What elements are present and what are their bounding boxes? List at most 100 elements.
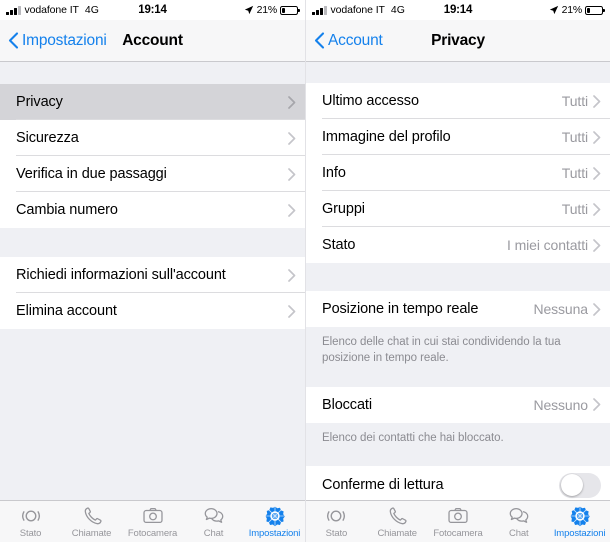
sidebar-item-cambia-numero[interactable]: Cambia numero <box>0 192 305 228</box>
phone-handset-icon <box>389 506 407 524</box>
section-gap <box>306 375 610 387</box>
status-bar-right-group: 21% <box>549 4 605 16</box>
row-value: Tutti <box>561 201 588 217</box>
row-value: Nessuno <box>533 396 588 413</box>
tab-stato[interactable]: Stato <box>306 501 367 542</box>
location-arrow-icon <box>244 5 253 15</box>
sidebar-item-richiedi-informazioni[interactable]: Richiedi informazioni sull'account <box>0 257 305 293</box>
privacy-row-info[interactable]: Info Tutti <box>306 155 610 191</box>
phone-handset-icon <box>84 506 102 524</box>
chevron-left-icon <box>8 32 19 49</box>
chevron-right-icon <box>288 167 296 181</box>
row-label: Posizione in tempo reale <box>322 301 479 317</box>
read-receipts-toggle[interactable] <box>559 472 601 498</box>
tab-stato[interactable]: Stato <box>0 501 61 542</box>
row-label: Gruppi <box>322 201 365 217</box>
section-gap <box>0 228 305 257</box>
camera-icon <box>142 507 163 523</box>
row-label: Info <box>322 165 346 181</box>
chevron-right-icon <box>288 95 296 109</box>
row-label: Immagine del profilo <box>322 129 451 145</box>
section-gap <box>306 454 610 466</box>
status-bar-left: vodafone IT 4G 19:14 21% <box>0 0 305 20</box>
tab-fotocamera[interactable]: Fotocamera <box>122 501 183 542</box>
chat-bubbles-icon <box>509 507 529 523</box>
back-button-label: Impostazioni <box>22 31 107 49</box>
row-label: Bloccati <box>322 396 372 413</box>
tab-fotocamera[interactable]: Fotocamera <box>428 501 489 542</box>
row-value: Tutti <box>561 165 588 181</box>
live-location-group: Posizione in tempo reale Nessuna <box>306 291 610 327</box>
account-group-1: Privacy Sicurezza Verifica in due passag… <box>0 84 305 228</box>
row-label: Sicurezza <box>16 130 79 146</box>
sidebar-item-verifica-due-passaggi[interactable]: Verifica in due passaggi <box>0 156 305 192</box>
left-phone-screenshot: vodafone IT 4G 19:14 21% Impostazioni Ac… <box>0 0 305 542</box>
chevron-right-icon <box>593 94 601 108</box>
row-label: Ultimo accesso <box>322 93 419 109</box>
blocked-group: Bloccati Nessuno <box>306 386 610 423</box>
privacy-row-bloccati[interactable]: Bloccati Nessuno <box>306 386 610 423</box>
chevron-right-icon <box>288 304 296 318</box>
status-rings-icon <box>327 510 346 521</box>
tab-label: Stato <box>19 527 42 539</box>
row-label: Cambia numero <box>16 202 118 218</box>
settings-list-left: Privacy Sicurezza Verifica in due passag… <box>0 62 305 542</box>
chevron-right-icon <box>593 302 601 316</box>
tab-chiamate[interactable]: Chiamate <box>61 501 122 542</box>
status-rings-icon <box>21 510 40 521</box>
tab-impostazioni[interactable]: Impostazioni <box>244 501 305 542</box>
battery-low-icon <box>585 5 605 15</box>
privacy-row-immagine-del-profilo[interactable]: Immagine del profilo Tutti <box>306 119 610 155</box>
chevron-right-icon <box>593 130 601 144</box>
privacy-row-posizione-tempo-reale[interactable]: Posizione in tempo reale Nessuna <box>306 291 610 327</box>
sidebar-item-sicurezza[interactable]: Sicurezza <box>0 120 305 156</box>
privacy-list: Ultimo accesso Tutti Immagine del profil… <box>306 62 610 542</box>
privacy-row-ultimo-accesso[interactable]: Ultimo accesso Tutti <box>306 83 610 119</box>
battery-percent-label: 21% <box>561 4 583 16</box>
sidebar-item-elimina-account[interactable]: Elimina account <box>0 293 305 329</box>
tab-bar-left: Stato Chiamate Fotocamera Chat Impostazi… <box>0 500 305 542</box>
row-value: Nessuna <box>533 301 588 317</box>
nav-bar-left: Impostazioni Account <box>0 20 305 62</box>
battery-low-icon <box>280 5 300 15</box>
row-value: Tutti <box>561 93 588 109</box>
tab-chiamate[interactable]: Chiamate <box>367 501 428 542</box>
row-label: Conferme di lettura <box>322 477 444 494</box>
tab-chat[interactable]: Chat <box>183 501 244 542</box>
row-label: Verifica in due passaggi <box>16 166 167 182</box>
chevron-right-icon <box>288 131 296 145</box>
tab-label: Chiamate <box>377 527 417 539</box>
battery-percent-label: 21% <box>256 4 278 16</box>
back-button-account[interactable]: Account <box>314 32 383 50</box>
privacy-row-gruppi[interactable]: Gruppi Tutti <box>306 191 610 227</box>
row-label: Stato <box>322 237 356 253</box>
section-gap <box>306 62 610 83</box>
privacy-row-stato[interactable]: Stato I miei contatti <box>306 227 610 263</box>
tab-impostazioni[interactable]: Impostazioni <box>549 501 610 542</box>
camera-icon <box>448 507 468 523</box>
chevron-right-icon <box>593 166 601 180</box>
tab-label: Fotocamera <box>433 527 483 539</box>
tab-label: Impostazioni <box>248 527 301 539</box>
back-button-impostazioni[interactable]: Impostazioni <box>8 32 107 50</box>
status-bar-right: vodafone IT 4G 19:14 21% <box>306 0 610 20</box>
nav-bar-right: Account Privacy <box>306 20 610 62</box>
location-arrow-icon <box>549 5 558 15</box>
row-label: Privacy <box>16 94 63 110</box>
section-gap <box>306 263 610 291</box>
dual-screenshot-stage: vodafone IT 4G 19:14 21% Impostazioni Ac… <box>0 0 610 542</box>
account-group-2: Richiedi informazioni sull'account Elimi… <box>0 257 305 329</box>
tab-label: Chiamate <box>71 527 112 539</box>
blocked-footer: Elenco dei contatti che hai bloccato. <box>306 422 610 455</box>
section-gap <box>0 62 305 84</box>
privacy-visibility-group: Ultimo accesso Tutti Immagine del profil… <box>306 83 610 263</box>
gear-icon <box>570 505 590 526</box>
tab-bar-right: Stato Chiamate Fotocamera Chat Impostazi… <box>306 500 610 542</box>
sidebar-item-privacy[interactable]: Privacy <box>0 84 305 120</box>
tab-chat[interactable]: Chat <box>488 501 549 542</box>
tab-label: Chat <box>203 527 224 539</box>
chevron-right-icon <box>288 203 296 217</box>
row-value: I miei contatti <box>507 237 588 253</box>
live-location-footer: Elenco delle chat in cui stai condividen… <box>306 327 610 376</box>
row-label: Elimina account <box>16 303 117 319</box>
